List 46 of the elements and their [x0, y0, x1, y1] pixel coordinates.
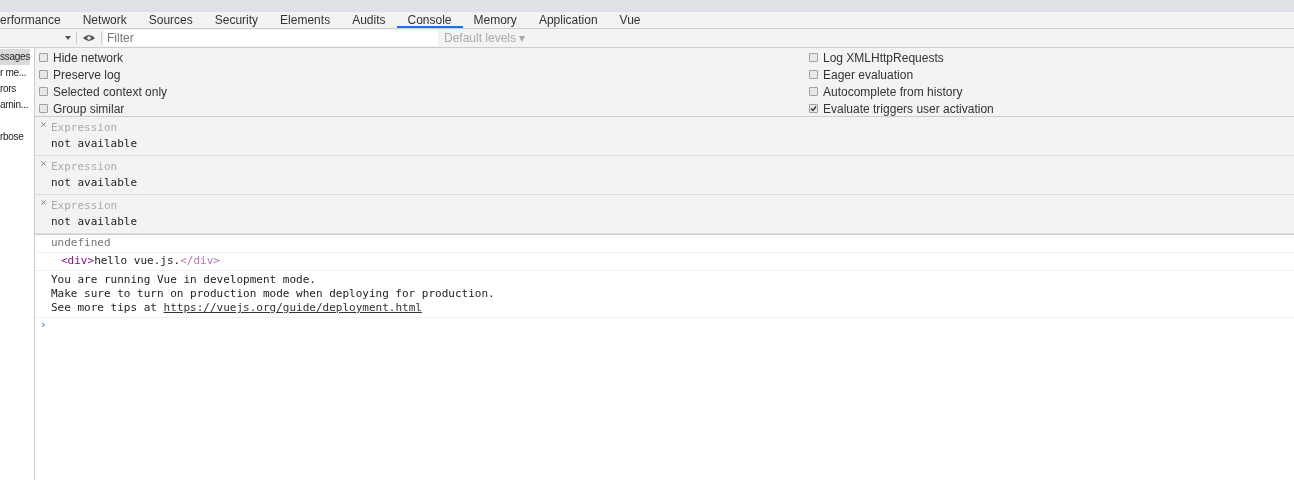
result-text: undefined: [51, 235, 111, 252]
tab[interactable]: Network: [71, 12, 138, 28]
checkbox-label: Log XMLHttpRequests: [823, 49, 944, 67]
checkbox[interactable]: [809, 87, 818, 96]
checkbox-label: Preserve log: [53, 66, 121, 84]
checkbox[interactable]: [809, 53, 818, 62]
filter-field[interactable]: Filter: [104, 30, 438, 46]
checkbox-label: Evaluate triggers user activation: [823, 100, 994, 118]
link[interactable]: https://vuejs.org/guide/deployment.html: [163, 301, 422, 315]
tab[interactable]: Application: [527, 12, 609, 28]
dropdown-arrow-icon[interactable]: [65, 36, 71, 40]
close-icon[interactable]: [41, 200, 46, 205]
log-line: See more tips at: [51, 301, 158, 315]
element-text: <div>hello vue.js.</div>: [61, 253, 220, 270]
log-line: Make sure to turn on production mode when deploying for production.: [51, 287, 495, 301]
tab[interactable]: Elements: [269, 12, 342, 28]
tab[interactable]: Security: [203, 12, 270, 28]
eye-icon[interactable]: [83, 34, 95, 42]
sidebar-item[interactable]: arnin...: [0, 97, 29, 113]
sidebar-item[interactable]: r me...: [0, 65, 27, 81]
close-icon[interactable]: [41, 122, 46, 127]
checkbox[interactable]: [39, 53, 48, 62]
prompt[interactable]: ›: [40, 316, 47, 334]
log-line: You are running Vue in development mode.: [51, 273, 316, 287]
tab[interactable]: Memory: [462, 12, 528, 28]
checkbox-label: Autocomplete from history: [823, 83, 963, 101]
expression-value: not available: [51, 175, 138, 191]
sidebar-item[interactable]: ssages: [0, 49, 30, 65]
tab[interactable]: erformance: [0, 12, 72, 28]
close-icon[interactable]: [41, 161, 46, 166]
checkbox[interactable]: [39, 104, 48, 113]
checkbox-label: Hide network: [53, 49, 124, 67]
sidebar-item[interactable]: rors: [0, 81, 17, 97]
expression-value: not available: [51, 136, 138, 152]
checkbox[interactable]: [39, 70, 48, 79]
tab[interactable]: Vue: [608, 12, 652, 28]
checkbox[interactable]: [809, 104, 818, 113]
tab[interactable]: Audits: [341, 12, 397, 28]
sidebar-item[interactable]: rbose: [0, 129, 24, 145]
checkbox-label: Group similar: [53, 100, 125, 118]
expression-value: not available: [51, 214, 138, 230]
tab[interactable]: Sources: [137, 12, 204, 28]
checkbox-label: Eager evaluation: [823, 66, 914, 84]
checkbox[interactable]: [809, 70, 818, 79]
checkbox-label: Selected context only: [53, 83, 168, 101]
checkbox[interactable]: [39, 87, 48, 96]
